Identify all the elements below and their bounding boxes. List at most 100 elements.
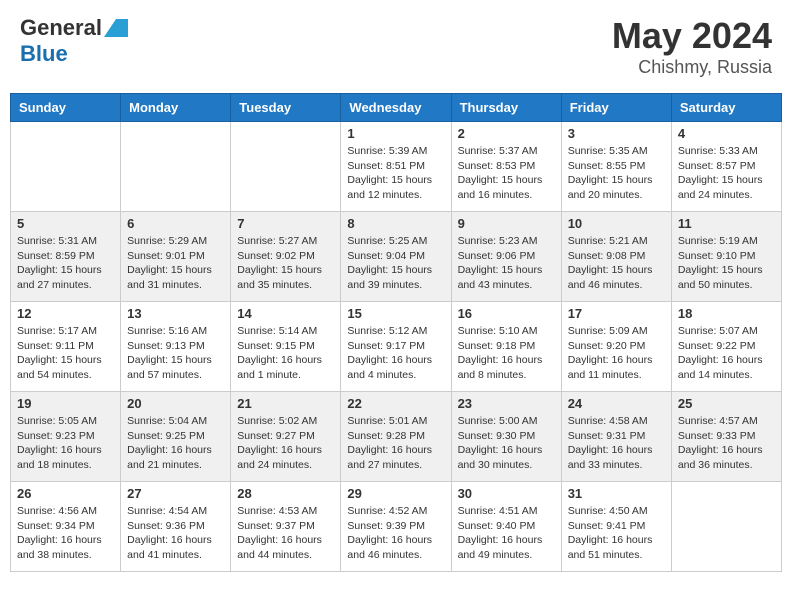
day-number: 29 xyxy=(347,486,444,501)
day-number: 2 xyxy=(458,126,555,141)
day-number: 28 xyxy=(237,486,334,501)
day-number: 15 xyxy=(347,306,444,321)
day-info: Sunrise: 4:52 AM Sunset: 9:39 PM Dayligh… xyxy=(347,504,444,563)
calendar-cell: 26Sunrise: 4:56 AM Sunset: 9:34 PM Dayli… xyxy=(11,482,121,572)
day-info: Sunrise: 4:58 AM Sunset: 9:31 PM Dayligh… xyxy=(568,414,665,473)
calendar-week-row: 19 Sunrise: 5:05 AM Sunset: 9:23 PM Dayli… xyxy=(11,392,782,482)
calendar-cell: 13 Sunrise: 5:16 AM Sunset: 9:13 PM Dayli… xyxy=(121,302,231,392)
day-info: Sunrise: 4:53 AM Sunset: 9:37 PM Dayligh… xyxy=(237,504,334,563)
day-info: Sunrise: 5:16 AM Sunset: 9:13 PM Dayligh… xyxy=(127,324,224,383)
day-number: 3 xyxy=(568,126,665,141)
day-info: Sunrise: 5:05 AM Sunset: 9:23 PM Dayligh… xyxy=(17,414,114,473)
day-number: 27 xyxy=(127,486,224,501)
day-info: Sunrise: 5:04 AM Sunset: 9:25 PM Dayligh… xyxy=(127,414,224,473)
calendar-cell: 6Sunrise: 5:29 AM Sunset: 9:01 PM Daylig… xyxy=(121,212,231,302)
day-number: 23 xyxy=(458,396,555,411)
day-info: Sunrise: 5:37 AM Sunset: 8:53 PM Dayligh… xyxy=(458,144,555,203)
day-number: 13 xyxy=(127,306,224,321)
day-number: 31 xyxy=(568,486,665,501)
calendar-cell: 4Sunrise: 5:33 AM Sunset: 8:57 PM Daylig… xyxy=(671,122,781,212)
calendar-cell: 25 Sunrise: 4:57 AM Sunset: 9:33 PM Dayli… xyxy=(671,392,781,482)
calendar-cell: 14 Sunrise: 5:14 AM Sunset: 9:15 PM Dayli… xyxy=(231,302,341,392)
day-number: 1 xyxy=(347,126,444,141)
column-header-wednesday: Wednesday xyxy=(341,94,451,122)
calendar-cell xyxy=(671,482,781,572)
day-number: 11 xyxy=(678,216,775,231)
day-number: 9 xyxy=(458,216,555,231)
day-info: Sunrise: 4:50 AM Sunset: 9:41 PM Dayligh… xyxy=(568,504,665,563)
column-header-saturday: Saturday xyxy=(671,94,781,122)
column-header-sunday: Sunday xyxy=(11,94,121,122)
column-header-monday: Monday xyxy=(121,94,231,122)
calendar-header-row: SundayMondayTuesdayWednesdayThursdayFrid… xyxy=(11,94,782,122)
calendar-cell: 23Sunrise: 5:00 AM Sunset: 9:30 PM Dayli… xyxy=(451,392,561,482)
day-number: 17 xyxy=(568,306,665,321)
calendar-cell: 10 Sunrise: 5:21 AM Sunset: 9:08 PM Dayli… xyxy=(561,212,671,302)
day-info: Sunrise: 5:21 AM Sunset: 9:08 PM Dayligh… xyxy=(568,234,665,293)
calendar-cell: 20 Sunrise: 5:04 AM Sunset: 9:25 PM Dayli… xyxy=(121,392,231,482)
day-number: 25 xyxy=(678,396,775,411)
calendar-cell: 24 Sunrise: 4:58 AM Sunset: 9:31 PM Dayli… xyxy=(561,392,671,482)
calendar-cell: 30 Sunrise: 4:51 AM Sunset: 9:40 PM Dayli… xyxy=(451,482,561,572)
calendar-cell: 1 Sunrise: 5:39 AM Sunset: 8:51 PM Daylig… xyxy=(341,122,451,212)
day-info: Sunrise: 4:57 AM Sunset: 9:33 PM Dayligh… xyxy=(678,414,775,473)
day-number: 24 xyxy=(568,396,665,411)
day-number: 21 xyxy=(237,396,334,411)
day-info: Sunrise: 5:27 AM Sunset: 9:02 PM Dayligh… xyxy=(237,234,334,293)
day-info: Sunrise: 5:02 AM Sunset: 9:27 PM Dayligh… xyxy=(237,414,334,473)
day-number: 30 xyxy=(458,486,555,501)
day-number: 10 xyxy=(568,216,665,231)
day-number: 22 xyxy=(347,396,444,411)
column-header-tuesday: Tuesday xyxy=(231,94,341,122)
day-info: Sunrise: 5:07 AM Sunset: 9:22 PM Dayligh… xyxy=(678,324,775,383)
calendar-cell: 17 Sunrise: 5:09 AM Sunset: 9:20 PM Dayli… xyxy=(561,302,671,392)
day-info: Sunrise: 4:51 AM Sunset: 9:40 PM Dayligh… xyxy=(458,504,555,563)
calendar-cell: 12Sunrise: 5:17 AM Sunset: 9:11 PM Dayli… xyxy=(11,302,121,392)
day-info: Sunrise: 5:19 AM Sunset: 9:10 PM Dayligh… xyxy=(678,234,775,293)
day-info: Sunrise: 5:31 AM Sunset: 8:59 PM Dayligh… xyxy=(17,234,114,293)
calendar-location: Chishmy, Russia xyxy=(612,57,772,78)
day-info: Sunrise: 5:33 AM Sunset: 8:57 PM Dayligh… xyxy=(678,144,775,203)
calendar-cell: 21 Sunrise: 5:02 AM Sunset: 9:27 PM Dayli… xyxy=(231,392,341,482)
logo-icon xyxy=(104,19,128,37)
calendar-week-row: 1 Sunrise: 5:39 AM Sunset: 8:51 PM Daylig… xyxy=(11,122,782,212)
day-info: Sunrise: 5:23 AM Sunset: 9:06 PM Dayligh… xyxy=(458,234,555,293)
day-number: 26 xyxy=(17,486,114,501)
calendar-table: SundayMondayTuesdayWednesdayThursdayFrid… xyxy=(10,93,782,572)
calendar-cell: 15 Sunrise: 5:12 AM Sunset: 9:17 PM Dayli… xyxy=(341,302,451,392)
calendar-title: May 2024 xyxy=(612,15,772,57)
calendar-cell: 22Sunrise: 5:01 AM Sunset: 9:28 PM Dayli… xyxy=(341,392,451,482)
calendar-cell: 29 Sunrise: 4:52 AM Sunset: 9:39 PM Dayli… xyxy=(341,482,451,572)
day-number: 18 xyxy=(678,306,775,321)
day-number: 19 xyxy=(17,396,114,411)
day-info: Sunrise: 4:54 AM Sunset: 9:36 PM Dayligh… xyxy=(127,504,224,563)
page-header: General Blue May 2024 Chishmy, Russia xyxy=(10,10,782,83)
day-number: 5 xyxy=(17,216,114,231)
calendar-cell: 8 Sunrise: 5:25 AM Sunset: 9:04 PM Daylig… xyxy=(341,212,451,302)
calendar-cell: 3 Sunrise: 5:35 AM Sunset: 8:55 PM Daylig… xyxy=(561,122,671,212)
day-number: 7 xyxy=(237,216,334,231)
calendar-week-row: 26Sunrise: 4:56 AM Sunset: 9:34 PM Dayli… xyxy=(11,482,782,572)
day-info: Sunrise: 5:09 AM Sunset: 9:20 PM Dayligh… xyxy=(568,324,665,383)
day-info: Sunrise: 5:12 AM Sunset: 9:17 PM Dayligh… xyxy=(347,324,444,383)
day-info: Sunrise: 5:14 AM Sunset: 9:15 PM Dayligh… xyxy=(237,324,334,383)
calendar-cell: 19 Sunrise: 5:05 AM Sunset: 9:23 PM Dayli… xyxy=(11,392,121,482)
day-number: 20 xyxy=(127,396,224,411)
column-header-friday: Friday xyxy=(561,94,671,122)
calendar-cell: 5 Sunrise: 5:31 AM Sunset: 8:59 PM Daylig… xyxy=(11,212,121,302)
column-header-thursday: Thursday xyxy=(451,94,561,122)
day-info: Sunrise: 5:35 AM Sunset: 8:55 PM Dayligh… xyxy=(568,144,665,203)
calendar-cell xyxy=(11,122,121,212)
calendar-week-row: 12Sunrise: 5:17 AM Sunset: 9:11 PM Dayli… xyxy=(11,302,782,392)
calendar-cell: 18 Sunrise: 5:07 AM Sunset: 9:22 PM Dayli… xyxy=(671,302,781,392)
day-info: Sunrise: 5:39 AM Sunset: 8:51 PM Dayligh… xyxy=(347,144,444,203)
day-info: Sunrise: 5:25 AM Sunset: 9:04 PM Dayligh… xyxy=(347,234,444,293)
logo-blue-text: Blue xyxy=(20,41,68,67)
calendar-cell xyxy=(231,122,341,212)
calendar-cell: 7 Sunrise: 5:27 AM Sunset: 9:02 PM Daylig… xyxy=(231,212,341,302)
logo-general-text: General xyxy=(20,15,102,41)
day-number: 14 xyxy=(237,306,334,321)
calendar-week-row: 5 Sunrise: 5:31 AM Sunset: 8:59 PM Daylig… xyxy=(11,212,782,302)
day-number: 8 xyxy=(347,216,444,231)
calendar-cell: 9 Sunrise: 5:23 AM Sunset: 9:06 PM Daylig… xyxy=(451,212,561,302)
